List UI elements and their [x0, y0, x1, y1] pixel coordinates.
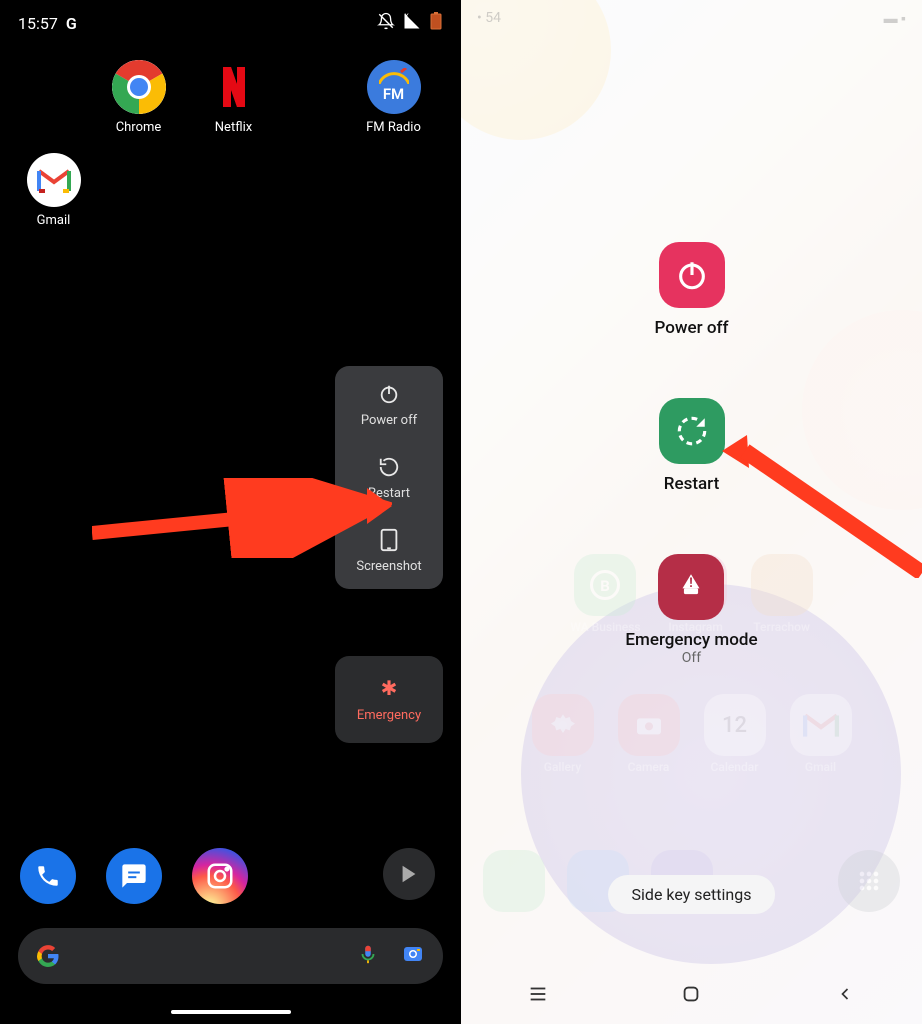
screenshot-button[interactable]: Screenshot	[341, 527, 437, 574]
app-fmradio[interactable]: FM FM Radio	[341, 60, 446, 135]
restart-button[interactable]: Restart	[341, 454, 437, 501]
app-row-1: Chrome Netflix FM FM Radio	[0, 46, 461, 135]
app-row-2: Gmail	[0, 135, 461, 228]
signal-icon: X	[403, 12, 421, 34]
restart-button[interactable]: Restart	[659, 398, 725, 494]
app-label: FM Radio	[366, 120, 421, 135]
restart-icon	[376, 454, 402, 480]
restart-icon	[659, 398, 725, 464]
phone-right: B WA Business Instagram Terrachow Galler…	[461, 0, 922, 1024]
status-time: 15:57	[18, 14, 58, 33]
mic-icon[interactable]	[357, 943, 379, 969]
battery-icon	[429, 12, 443, 34]
emergency-label: Emergency mode	[625, 630, 757, 650]
nav-bar	[461, 964, 922, 1024]
power-icon	[659, 242, 725, 308]
back-button[interactable]	[832, 981, 858, 1007]
emergency-button[interactable]: ✱ Emergency	[335, 656, 443, 743]
svg-text:!: !	[690, 576, 693, 591]
lens-icon[interactable]	[401, 942, 425, 970]
power-icon	[376, 381, 402, 407]
home-indicator[interactable]	[171, 1010, 291, 1014]
fm-badge: FM	[383, 85, 404, 103]
power-menu: Power off Restart Screenshot	[335, 366, 443, 589]
messages-app[interactable]	[106, 848, 162, 904]
screenshot-label: Screenshot	[356, 559, 421, 574]
home-button[interactable]	[678, 981, 704, 1007]
power-off-button[interactable]: Power off	[341, 381, 437, 428]
emergency-icon: ✱	[381, 676, 398, 700]
samsung-power-menu: Power off Restart ! Emergency mode Off	[461, 242, 922, 666]
app-label: Netflix	[215, 120, 252, 135]
app-label: Gmail	[37, 213, 71, 228]
status-bar: 15:57 G X	[0, 0, 461, 46]
app-gmail[interactable]: Gmail	[6, 153, 101, 228]
power-off-button[interactable]: Power off	[655, 242, 729, 338]
app-label: Chrome	[116, 120, 162, 135]
emergency-sub: Off	[682, 650, 701, 666]
emergency-mode-button[interactable]: ! Emergency mode Off	[625, 554, 757, 666]
screenshot-icon	[376, 527, 402, 553]
emergency-icon: !	[658, 554, 724, 620]
google-indicator: G	[66, 14, 77, 33]
recents-button[interactable]	[525, 981, 551, 1007]
app-chrome[interactable]: Chrome	[91, 60, 186, 135]
phone-left: 15:57 G X	[0, 0, 461, 1024]
dnd-off-icon	[377, 12, 395, 34]
instagram-app[interactable]	[192, 848, 248, 904]
google-g-icon	[36, 944, 60, 968]
app-netflix[interactable]: Netflix	[186, 60, 281, 135]
right-status-bar: • 54 ▬ ▪	[461, 0, 922, 37]
search-bar[interactable]	[18, 928, 443, 984]
restart-label: Restart	[664, 474, 719, 494]
emergency-label: Emergency	[357, 708, 421, 723]
play-app[interactable]	[383, 848, 435, 900]
phone-app[interactable]	[20, 848, 76, 904]
restart-label: Restart	[368, 486, 410, 501]
power-off-label: Power off	[361, 413, 417, 428]
side-key-settings-button[interactable]: Side key settings	[608, 875, 776, 914]
power-off-label: Power off	[655, 318, 729, 338]
